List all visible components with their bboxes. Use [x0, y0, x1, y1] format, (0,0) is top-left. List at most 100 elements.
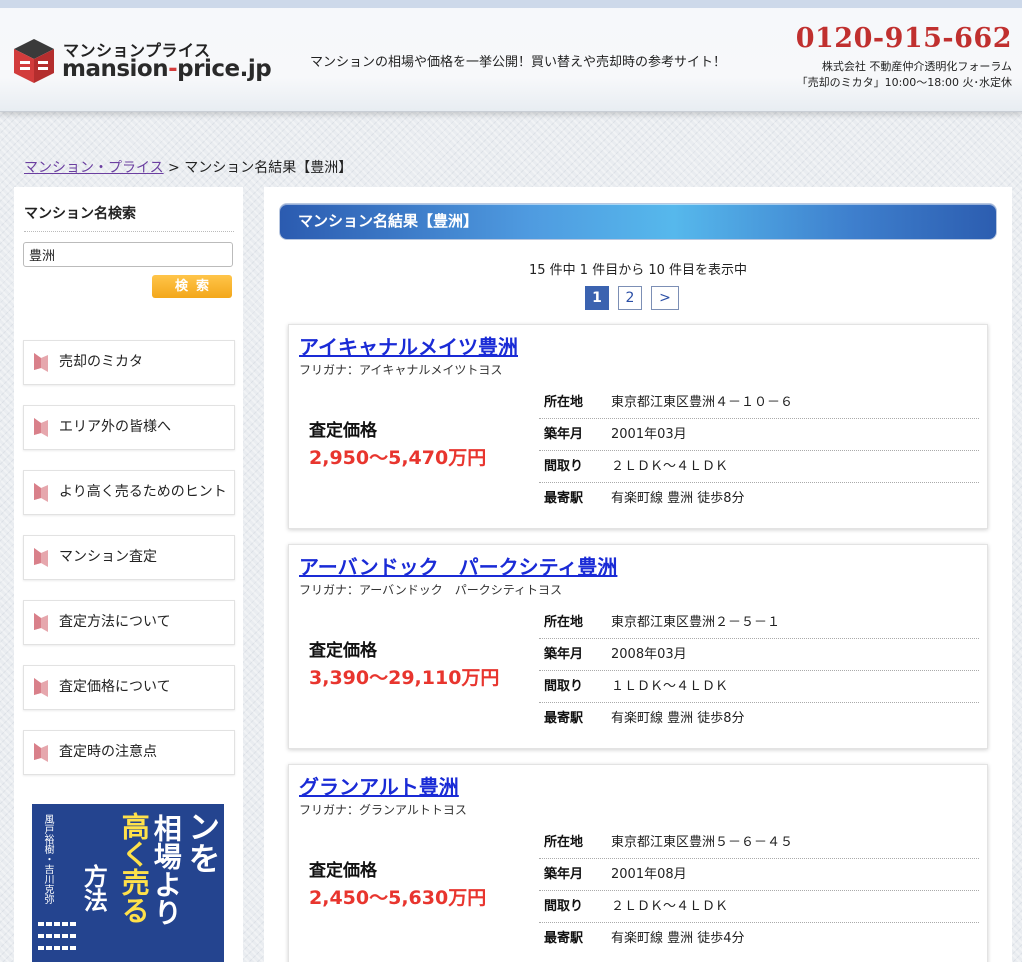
- book-dot: [46, 946, 52, 950]
- spec-value: 東京都江東区豊洲５－６－４５: [611, 835, 794, 850]
- spec-key: 最寄駅: [544, 711, 584, 726]
- house-arrow-icon: [34, 483, 48, 502]
- house-arrow-icon: [34, 678, 48, 697]
- book-dot: [54, 946, 60, 950]
- book-dot: [70, 934, 76, 938]
- spec-value: 2008年03月: [611, 647, 687, 662]
- result-count: 15 件中 1 件目から 10 件目を表示中: [528, 263, 748, 278]
- property-furigana: フリガナ：アーバンドック パークシティトヨス: [299, 583, 563, 597]
- book-dot: [62, 922, 68, 926]
- spec-value: 有楽町線 豊洲 徒歩8分: [611, 711, 745, 726]
- price-label: 査定価格: [309, 641, 377, 661]
- spec-key: 所在地: [544, 395, 584, 410]
- book-dot: [70, 946, 76, 950]
- spec-value: 2001年08月: [611, 867, 687, 882]
- logo-roman-text[interactable]: mansion-price.jp: [62, 56, 272, 82]
- house-arrow-icon: [34, 548, 48, 567]
- sidebar-item-label: 査定方法について: [59, 614, 171, 630]
- book-dot: [38, 934, 44, 938]
- spec-value: ２ＬＤＫ～４ＬＤＫ: [611, 899, 729, 914]
- spec-key: 築年月: [544, 427, 584, 442]
- header-phone[interactable]: 0120-915-662: [796, 23, 1012, 54]
- search-title: マンション名検索: [24, 206, 136, 222]
- book-author: 風戸裕樹・吉川克弥: [42, 814, 53, 904]
- spec-value: 東京都江東区豊洲４－１０－６: [611, 395, 794, 410]
- main-content: マンション名結果【豊洲】 15 件中 1 件目から 10 件目を表示中 1 2 …: [264, 187, 1012, 962]
- sidebar-item-label: 査定価格について: [59, 679, 171, 695]
- spec-row-address: 所在地 東京都江東区豊洲４－１０－６: [539, 387, 979, 419]
- header-top-band: [0, 0, 1022, 8]
- book-dot: [38, 922, 44, 926]
- book-title-accent: 高く売る: [117, 812, 151, 924]
- search-button[interactable]: 検索: [152, 275, 232, 298]
- price-label: 査定価格: [309, 861, 377, 881]
- logo-cube-icon[interactable]: [12, 37, 56, 85]
- spec-row-address: 所在地 東京都江東区豊洲５－６－４５: [539, 827, 979, 859]
- spec-value: 2001年03月: [611, 427, 687, 442]
- price-value: 2,450～5,630万円: [309, 887, 487, 909]
- spec-row-built: 築年月 2008年03月: [539, 639, 979, 671]
- site-header: マンションプライス mansion-price.jp マンションの相場や価格を一…: [0, 0, 1022, 112]
- spec-key: 間取り: [544, 679, 584, 694]
- book-title-sub: 相場より: [149, 814, 183, 926]
- sidebar-item-assessment[interactable]: マンション査定: [23, 535, 235, 580]
- book-dot: [38, 946, 44, 950]
- spec-row-layout: 間取り ２ＬＤＫ～４ＬＤＫ: [539, 451, 979, 483]
- spec-row-address: 所在地 東京都江東区豊洲２－５－１: [539, 607, 979, 639]
- breadcrumb-home-link[interactable]: マンション・プライス: [24, 160, 164, 176]
- page-2-button[interactable]: 2: [618, 286, 642, 310]
- spec-key: 築年月: [544, 867, 584, 882]
- sidebar-item-price[interactable]: 査定価格について: [23, 665, 235, 710]
- page-next-button[interactable]: >: [651, 286, 679, 310]
- sidebar-item-hints[interactable]: より高く売るためのヒント: [23, 470, 235, 515]
- house-arrow-icon: [34, 418, 48, 437]
- property-name-link[interactable]: アーバンドック パークシティ豊洲: [299, 551, 617, 580]
- header-hours: 「売却のミカタ」10:00～18:00 火･水定休: [796, 76, 1012, 89]
- page-1-button[interactable]: 1: [585, 286, 609, 310]
- spec-key: 間取り: [544, 459, 584, 474]
- spec-value: １ＬＤＫ～４ＬＤＫ: [611, 679, 729, 694]
- breadcrumb-current: マンション名結果【豊洲】: [184, 160, 353, 176]
- search-input[interactable]: [23, 242, 233, 267]
- sidebar-item-label: エリア外の皆様へ: [59, 419, 171, 435]
- sidebar-item-cautions[interactable]: 査定時の注意点: [23, 730, 235, 775]
- spec-value: 東京都江東区豊洲２－５－１: [611, 615, 781, 630]
- result-card: グランアルト豊洲 フリガナ：グランアルトトヨス 査定価格 2,450～5,630…: [288, 764, 988, 962]
- spec-key: 間取り: [544, 899, 584, 914]
- book-title-end: 方法: [79, 864, 108, 912]
- property-name-link[interactable]: グランアルト豊洲: [299, 771, 459, 800]
- logo-roman-part1: mansion: [62, 56, 169, 82]
- spec-key: 所在地: [544, 835, 584, 850]
- sidebar-item-outside-area[interactable]: エリア外の皆様へ: [23, 405, 235, 450]
- book-title-main: マンションを: [183, 810, 224, 938]
- sidebar-item-label: より高く売るためのヒント: [59, 484, 227, 500]
- book-dot: [70, 922, 76, 926]
- book-dot: [46, 922, 52, 926]
- spec-key: 最寄駅: [544, 931, 584, 946]
- price-value: 2,950～5,470万円: [309, 447, 487, 469]
- book-banner[interactable]: 風戸裕樹・吉川克弥 方法 高く売る 相場より マンションを: [32, 804, 224, 962]
- breadcrumb: マンション・プライス > マンション名結果【豊洲】: [24, 157, 352, 177]
- spec-table: 所在地 東京都江東区豊洲２－５－１ 築年月 2008年03月 間取り １ＬＤＫ～４ＬＤ…: [539, 607, 979, 735]
- sidebar-item-label: マンション査定: [59, 549, 157, 565]
- spec-key: 築年月: [544, 647, 584, 662]
- property-name-link[interactable]: アイキャナルメイツ豊洲: [299, 331, 518, 360]
- sidebar-item-label: 売却のミカタ: [59, 354, 143, 370]
- logo-roman-dash: -: [168, 56, 178, 82]
- header-company: 株式会社 不動産仲介透明化フォーラム: [821, 60, 1012, 73]
- sidebar-item-label: 査定時の注意点: [59, 744, 157, 760]
- spec-row-built: 築年月 2001年03月: [539, 419, 979, 451]
- spec-row-station: 最寄駅 有楽町線 豊洲 徒歩8分: [539, 483, 979, 515]
- book-dot: [54, 934, 60, 938]
- spec-key: 所在地: [544, 615, 584, 630]
- property-furigana: フリガナ：グランアルトトヨス: [299, 803, 467, 817]
- sidebar-item-method[interactable]: 査定方法について: [23, 600, 235, 645]
- book-dot: [62, 946, 68, 950]
- logo-roman-part2: price.jp: [177, 56, 272, 82]
- spec-table: 所在地 東京都江東区豊洲４－１０－６ 築年月 2001年03月 間取り ２ＬＤＫ～４Ｌ…: [539, 387, 979, 515]
- result-card: アーバンドック パークシティ豊洲 フリガナ：アーバンドック パークシティトヨス …: [288, 544, 988, 749]
- spec-row-layout: 間取り ２ＬＤＫ～４ＬＤＫ: [539, 891, 979, 923]
- spec-value: 有楽町線 豊洲 徒歩4分: [611, 931, 745, 946]
- sidebar-item-selling[interactable]: 売却のミカタ: [23, 340, 235, 385]
- search-divider: [24, 231, 234, 232]
